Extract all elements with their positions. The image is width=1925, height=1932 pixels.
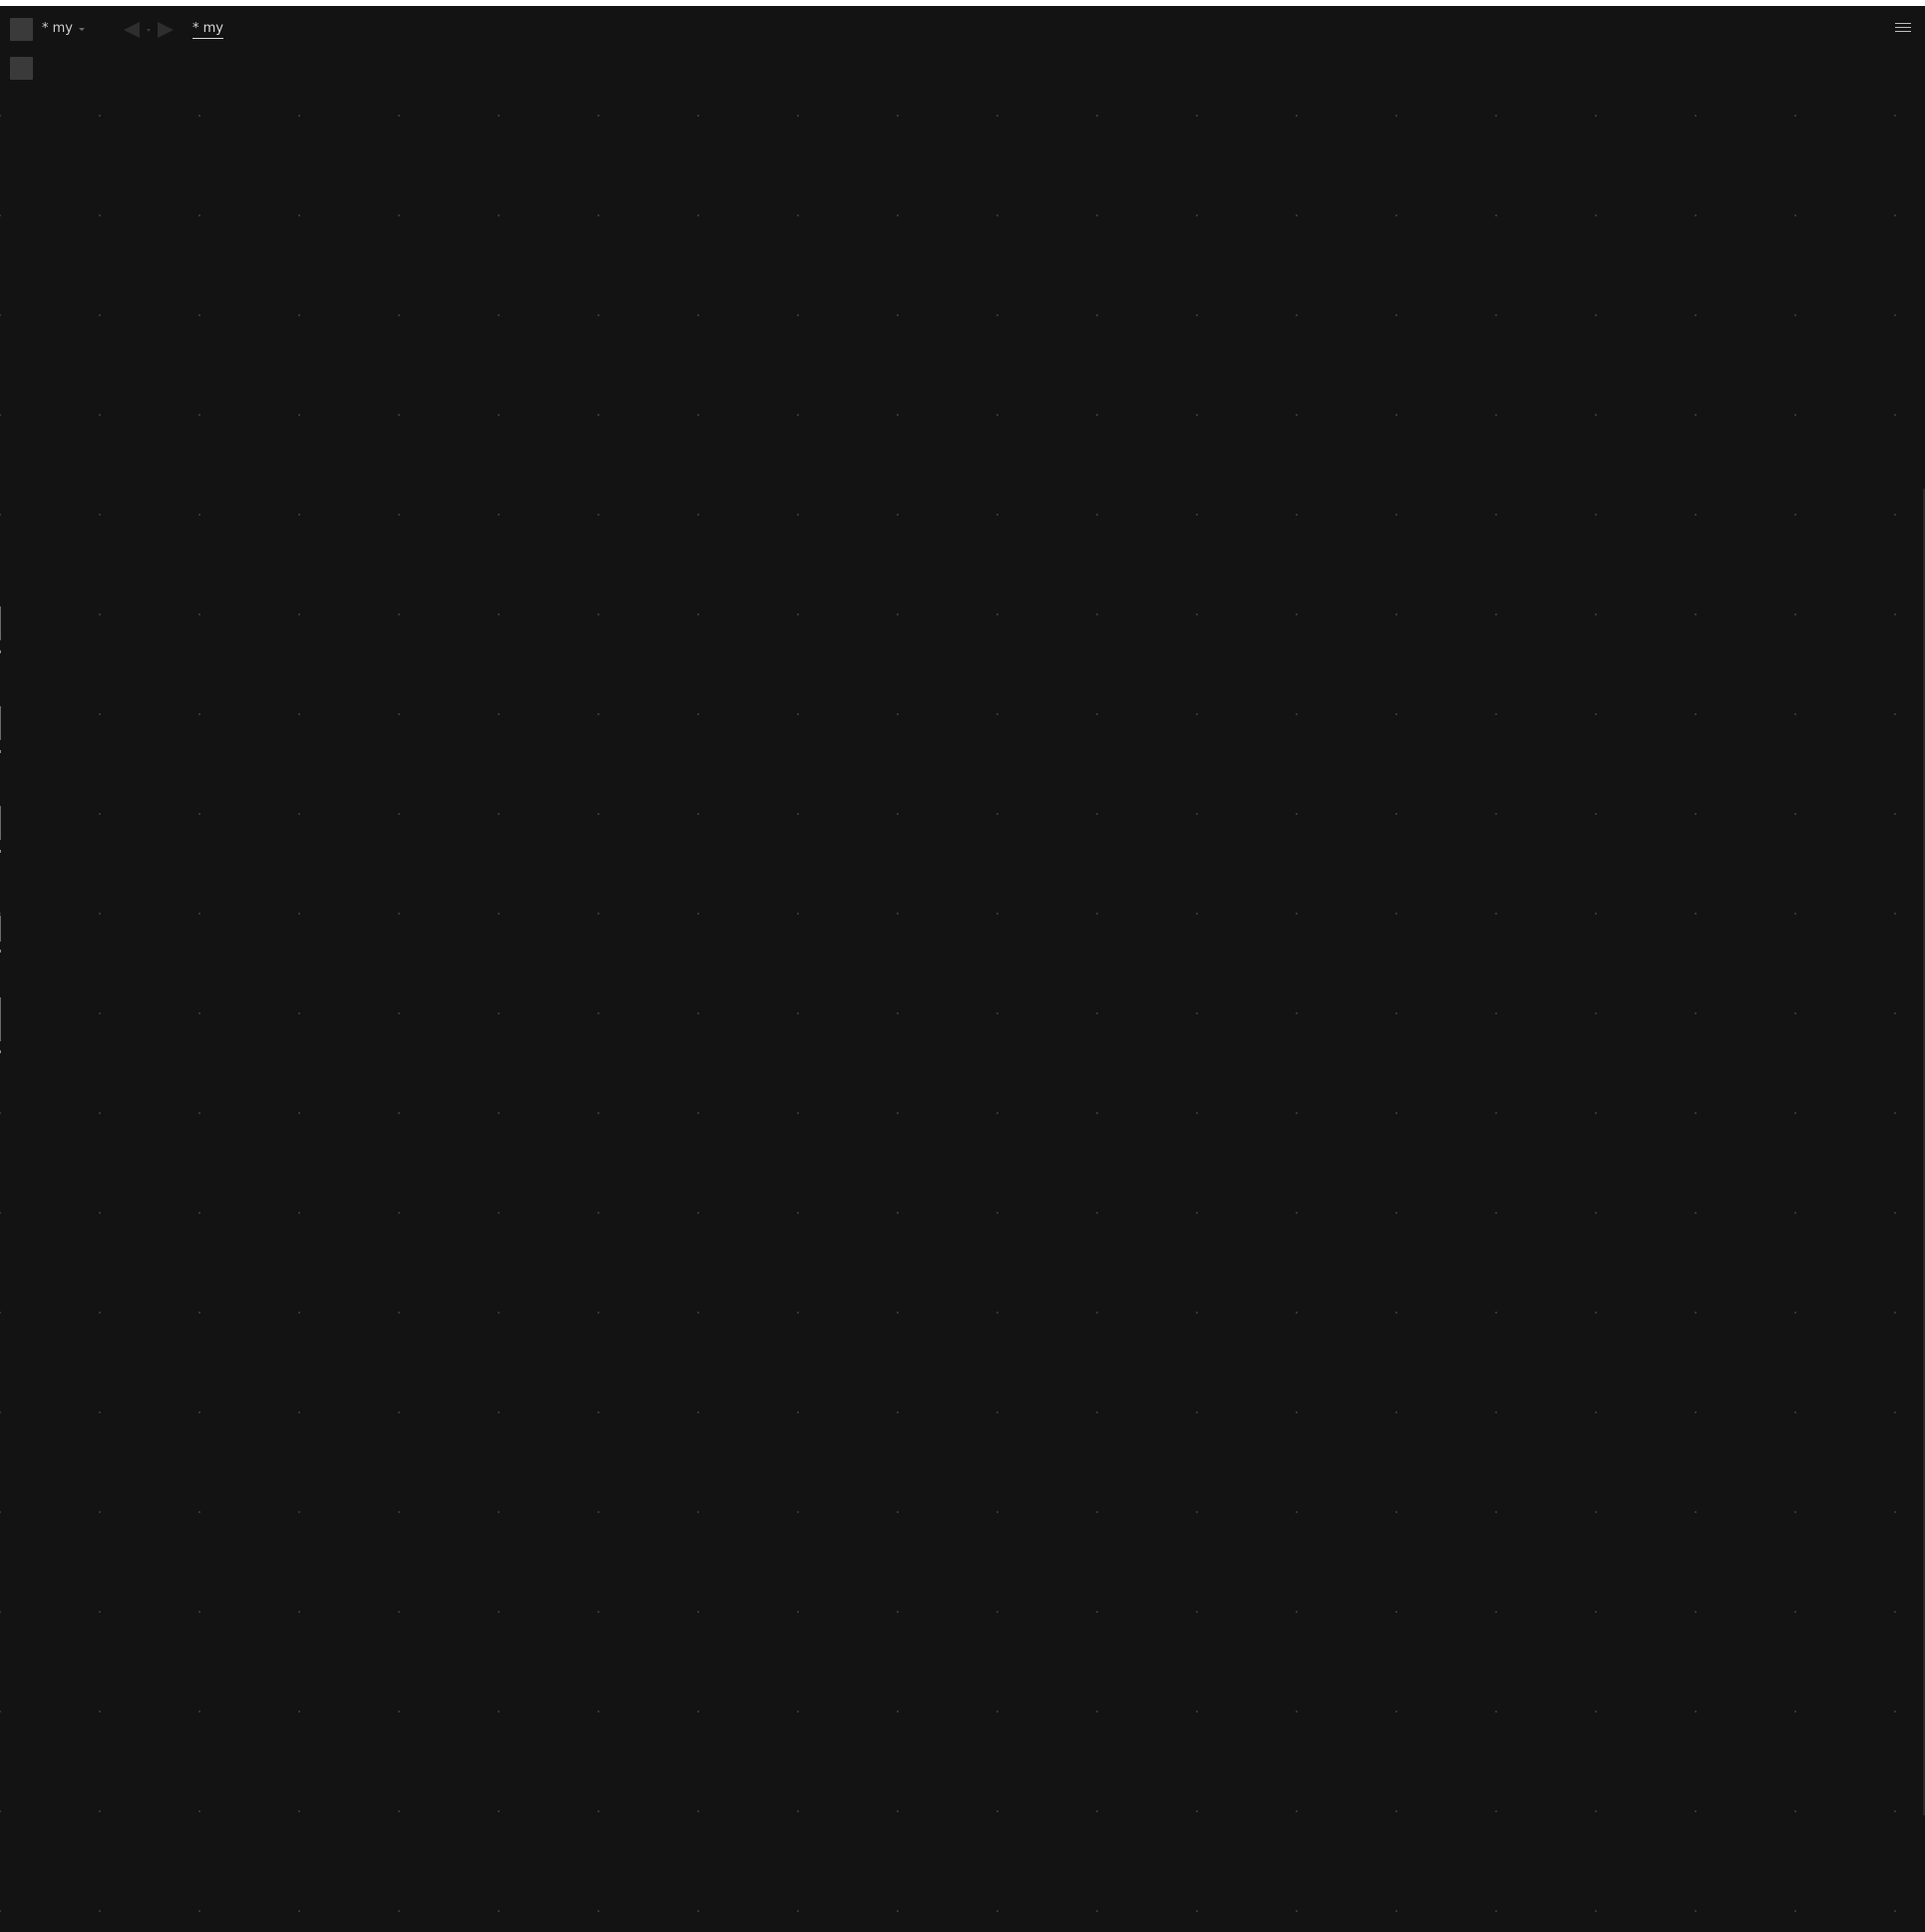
titlebar: * my * my — [0, 7, 1925, 51]
left-edge-mark — [0, 1050, 1, 1053]
left-edge-mark — [0, 850, 1, 853]
menu-icon-bar — [1895, 31, 1911, 32]
app-window: * my * my — [0, 0, 1925, 1932]
back-triangle-icon[interactable] — [124, 22, 140, 38]
chevron-down-icon — [79, 27, 85, 31]
left-edge-mark — [0, 806, 1, 840]
left-edge-mark — [0, 750, 1, 753]
left-edge-mark — [0, 916, 1, 942]
left-edge-mark — [0, 706, 1, 740]
left-edge-mark — [0, 950, 1, 953]
left-edge-mark — [0, 997, 1, 1041]
left-edge-mark — [0, 650, 1, 653]
app-square-icon[interactable] — [10, 18, 33, 41]
breadcrumb[interactable]: * my — [192, 21, 223, 39]
canvas[interactable] — [0, 51, 1925, 1932]
forward-triangle-icon[interactable] — [158, 22, 174, 38]
document-switcher-label: * my — [42, 21, 73, 36]
history-chevron-down-icon[interactable] — [147, 29, 151, 32]
hamburger-menu-icon[interactable] — [1895, 23, 1911, 35]
menu-icon-bar — [1895, 27, 1911, 28]
tool-square-icon[interactable] — [10, 57, 33, 80]
top-strip — [0, 0, 1925, 6]
menu-icon-bar — [1895, 23, 1911, 24]
navigation-controls — [124, 21, 178, 39]
document-switcher[interactable]: * my — [42, 21, 85, 37]
left-edge-mark — [0, 606, 1, 640]
